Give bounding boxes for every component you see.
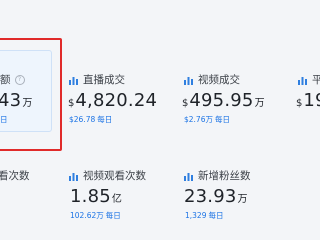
metric-daily-video-sales: $2.76万 每日 <box>184 115 230 124</box>
metric-daily-new-followers: 1,329 每日 <box>185 211 224 220</box>
bar-chart-icon <box>184 172 193 181</box>
bar-chart-icon <box>298 76 307 85</box>
bar-chart-icon <box>69 172 78 181</box>
metric-value-video-sales: $ 495.95 万 <box>182 90 265 111</box>
metric-daily-live-sales: $26.78 每日 <box>69 115 113 124</box>
bar-chart-icon <box>69 76 78 85</box>
metric-label-cropped: 平 <box>298 72 320 87</box>
metric-value-cropped: $ 19 <box>296 90 320 111</box>
metric-value-live-sales: $ 4,820.24 <box>68 90 158 111</box>
metric-label-live-sales: 直播成交 <box>69 72 125 87</box>
metric-label-new-followers: 新增粉丝数 <box>184 168 251 183</box>
metric-daily-video-views: 102.62万 每日 <box>70 211 121 220</box>
metric-label-video-views: 视频观看次数 <box>69 168 146 183</box>
bar-chart-icon <box>184 76 193 85</box>
metric-value-video-views: 1.85 亿 <box>70 186 122 207</box>
dashboard-canvas: 额 ? 43 万 日 直播成交 $ 4,820.24 $26.78 每日 视频成交 <box>0 0 320 240</box>
metric-label-views-cropped: 看次数 <box>0 170 30 182</box>
highlight-box <box>0 38 62 151</box>
metric-value-new-followers: 23.93 万 <box>184 186 248 207</box>
metric-label-video-sales: 视频成交 <box>184 72 240 87</box>
